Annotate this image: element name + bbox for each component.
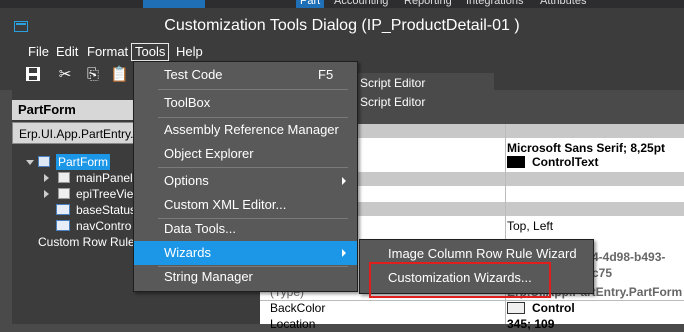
anchor-value[interactable]: Top, Left: [507, 218, 553, 234]
form-icon: [38, 156, 50, 167]
menuitem-label: Custom XML Editor...: [164, 197, 287, 212]
bg-blue-block: [143, 0, 205, 8]
menuitem-object-explorer[interactable]: Object Explorer: [134, 142, 357, 166]
submenu-arrow-icon: [342, 177, 346, 185]
navcontrol-icon: [56, 220, 70, 231]
menu-bar: File Edit Format Tools Help: [0, 42, 684, 62]
menu-file[interactable]: File: [25, 44, 52, 60]
script-editor-tab-text[interactable]: Script Editor: [360, 93, 425, 111]
menuitem-label: ToolBox: [164, 95, 211, 110]
submenu-arrow-icon: [342, 249, 346, 257]
tree-label: epiTreeVie: [76, 187, 134, 201]
paste-icon[interactable]: 📋: [110, 66, 129, 84]
background-app-strip: Part Accounting Reporting Integrations A…: [0, 0, 684, 8]
bg-tab-integrations[interactable]: Integrations: [466, 0, 523, 8]
backcolor-swatch: [507, 302, 525, 314]
menu-separator: [158, 89, 348, 90]
tree-label: baseStatus: [76, 203, 137, 217]
menuitem-data-tools[interactable]: Data Tools...: [134, 217, 357, 241]
copy-icon[interactable]: ⎘: [84, 66, 102, 84]
guid-value: 4-4d98-b493-c75: [592, 250, 666, 280]
tree-item-mainpanel[interactable]: mainPanel: [44, 170, 144, 186]
bg-tab-attributes[interactable]: Attributes: [540, 0, 586, 8]
cut-icon[interactable]: ✂: [56, 66, 74, 84]
tree-label: navContro: [76, 219, 132, 233]
panel-icon: [58, 172, 70, 183]
menu-separator: [158, 167, 348, 168]
menuitem-toolbox[interactable]: ToolBox: [134, 91, 357, 115]
tree-item-custom-row-rules[interactable]: Custom Row Rules: [38, 234, 148, 250]
annotation-highlight-box: [369, 262, 551, 298]
menuitem-assembly-reference-manager[interactable]: Assembly Reference Manager: [134, 118, 357, 142]
menuitem-test-code[interactable]: Test Code F5: [134, 63, 357, 87]
location-value[interactable]: 345; 109: [507, 316, 554, 332]
forecolor-swatch: [507, 156, 525, 168]
bg-tab-part[interactable]: Part: [296, 0, 325, 8]
tools-dropdown-menu: Test Code F5 ToolBox Assembly Reference …: [133, 61, 358, 292]
forecolor-value[interactable]: ControlText: [532, 154, 598, 170]
menu-help[interactable]: Help: [173, 44, 206, 60]
treeview-icon: [58, 188, 70, 199]
menu-edit[interactable]: Edit: [53, 44, 81, 60]
menuitem-label: Assembly Reference Manager: [164, 122, 339, 137]
backcolor-value[interactable]: Control: [532, 300, 575, 316]
location-label: Location: [270, 317, 316, 331]
window-title: Customization Tools Dialog (IP_ProductDe…: [164, 17, 520, 34]
menuitem-string-manager[interactable]: String Manager: [134, 265, 357, 289]
tree-label: Custom Row Rules: [38, 235, 141, 249]
tree-expand-icon[interactable]: [44, 190, 49, 198]
menuitem-label: Wizards: [164, 245, 211, 260]
save-icon[interactable]: [24, 66, 42, 84]
menuitem-label: String Manager: [164, 269, 253, 284]
statusbar-icon: [56, 204, 70, 215]
menuitem-label: Test Code: [164, 67, 223, 82]
bg-tab-reporting[interactable]: Reporting: [404, 0, 452, 8]
menuitem-shortcut: F5: [318, 67, 334, 82]
menuitem-options[interactable]: Options: [134, 169, 357, 193]
tree-item-navcontrol[interactable]: navContro: [44, 218, 144, 234]
tree-label: PartForm: [56, 154, 111, 170]
tree-expand-icon[interactable]: [26, 160, 34, 169]
menuitem-wizards[interactable]: Wizards: [134, 241, 357, 265]
bg-tab-accounting[interactable]: Accounting: [334, 0, 388, 8]
menuitem-custom-xml-editor[interactable]: Custom XML Editor...: [134, 193, 357, 217]
title-bar: Customization Tools Dialog (IP_ProductDe…: [0, 8, 684, 42]
tree-expand-icon[interactable]: [44, 174, 49, 182]
menu-format[interactable]: Format: [84, 44, 131, 60]
backcolor-label: BackColor: [270, 301, 326, 315]
menuitem-label: Object Explorer: [164, 146, 254, 161]
menuitem-label: Options: [164, 173, 209, 188]
tree-item-basestatus[interactable]: baseStatus: [44, 202, 144, 218]
menu-tools[interactable]: Tools: [131, 43, 170, 61]
tree-item-epitreeview[interactable]: epiTreeVie: [44, 186, 144, 202]
tree-label: mainPanel: [76, 171, 133, 185]
menuitem-label: Data Tools...: [164, 221, 237, 236]
